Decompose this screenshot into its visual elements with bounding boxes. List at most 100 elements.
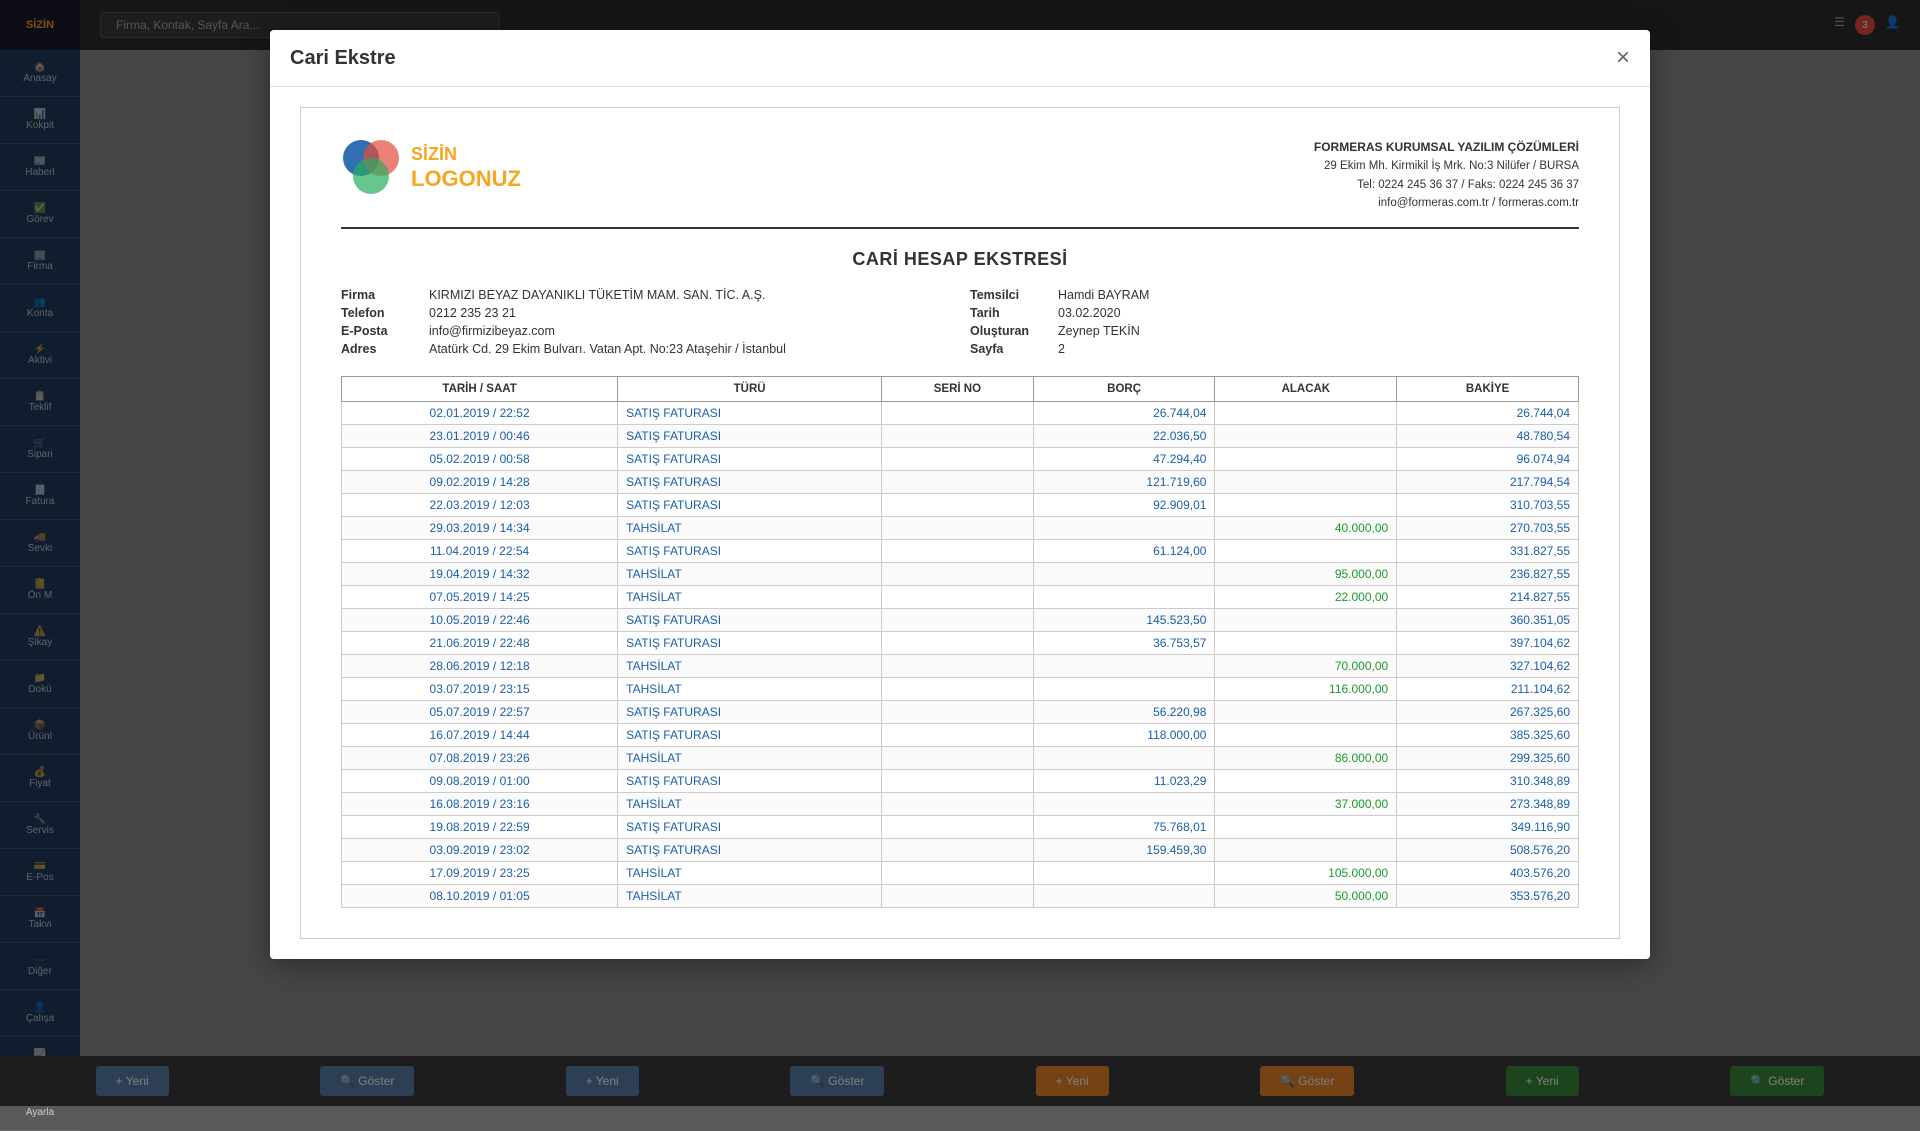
td-bakiye: 273.348,89	[1397, 793, 1579, 816]
td-date: 07.05.2019 / 14:25	[342, 586, 618, 609]
company-address: 29 Ekim Mh. Kirmikil İş Mrk. No:3 Nilüfe…	[1314, 157, 1579, 175]
info-telefon: Telefon 0212 235 23 21	[341, 306, 950, 320]
company-name: FORMERAS KURUMSAL YAZILIM ÇÖZÜMLERİ	[1314, 138, 1579, 157]
info-temsilci: Temsilci Hamdi BAYRAM	[970, 288, 1579, 302]
td-bakiye: 217.794,54	[1397, 471, 1579, 494]
td-type: TAHSİLAT	[618, 586, 882, 609]
td-type: TAHSİLAT	[618, 793, 882, 816]
td-date: 10.05.2019 / 22:46	[342, 609, 618, 632]
td-serial	[882, 724, 1034, 747]
td-serial	[882, 678, 1034, 701]
td-alacak: 95.000,00	[1215, 563, 1397, 586]
td-alacak: 105.000,00	[1215, 862, 1397, 885]
td-alacak: 116.000,00	[1215, 678, 1397, 701]
modal-close-button[interactable]: ×	[1616, 46, 1630, 70]
info-olusturan: Oluşturan Zeynep TEKİN	[970, 324, 1579, 338]
td-serial	[882, 586, 1034, 609]
td-date: 17.09.2019 / 23:25	[342, 862, 618, 885]
table-row: 22.03.2019 / 12:03 SATIŞ FATURASI 92.909…	[342, 494, 1579, 517]
td-serial	[882, 425, 1034, 448]
tarih-label: Tarih	[970, 306, 1050, 320]
td-serial	[882, 747, 1034, 770]
table-row: 09.02.2019 / 14:28 SATIŞ FATURASI 121.71…	[342, 471, 1579, 494]
td-serial	[882, 862, 1034, 885]
td-type: SATIŞ FATURASI	[618, 770, 882, 793]
td-alacak: 40.000,00	[1215, 517, 1397, 540]
table-row: 19.08.2019 / 22:59 SATIŞ FATURASI 75.768…	[342, 816, 1579, 839]
td-date: 03.07.2019 / 23:15	[342, 678, 618, 701]
info-tarih: Tarih 03.02.2020	[970, 306, 1579, 320]
modal-overlay[interactable]: Cari Ekstre × SİZİN	[0, 0, 1920, 1106]
table-row: 05.07.2019 / 22:57 SATIŞ FATURASI 56.220…	[342, 701, 1579, 724]
td-borc	[1033, 885, 1215, 908]
table-row: 29.03.2019 / 14:34 TAHSİLAT 40.000,00 27…	[342, 517, 1579, 540]
td-date: 28.06.2019 / 12:18	[342, 655, 618, 678]
td-bakiye: 26.744,04	[1397, 402, 1579, 425]
td-type: TAHSİLAT	[618, 517, 882, 540]
td-borc	[1033, 678, 1215, 701]
td-borc	[1033, 747, 1215, 770]
td-type: SATIŞ FATURASI	[618, 471, 882, 494]
td-date: 11.04.2019 / 22:54	[342, 540, 618, 563]
td-bakiye: 331.827,55	[1397, 540, 1579, 563]
info-sayfa: Sayfa 2	[970, 342, 1579, 356]
td-bakiye: 299.325,60	[1397, 747, 1579, 770]
td-type: SATIŞ FATURASI	[618, 724, 882, 747]
table-row: 16.07.2019 / 14:44 SATIŞ FATURASI 118.00…	[342, 724, 1579, 747]
td-borc: 145.523,50	[1033, 609, 1215, 632]
td-date: 21.06.2019 / 22:48	[342, 632, 618, 655]
sayfa-label: Sayfa	[970, 342, 1050, 356]
telefon-value: 0212 235 23 21	[429, 306, 516, 320]
table-row: 05.02.2019 / 00:58 SATIŞ FATURASI 47.294…	[342, 448, 1579, 471]
td-bakiye: 397.104,62	[1397, 632, 1579, 655]
td-alacak	[1215, 425, 1397, 448]
td-date: 08.10.2019 / 01:05	[342, 885, 618, 908]
th-bakiye: BAKİYE	[1397, 377, 1579, 402]
modal-title: Cari Ekstre	[290, 47, 396, 70]
td-bakiye: 385.325,60	[1397, 724, 1579, 747]
td-bakiye: 403.576,20	[1397, 862, 1579, 885]
td-alacak	[1215, 471, 1397, 494]
table-row: 10.05.2019 / 22:46 SATIŞ FATURASI 145.52…	[342, 609, 1579, 632]
td-type: SATIŞ FATURASI	[618, 609, 882, 632]
td-alacak: 50.000,00	[1215, 885, 1397, 908]
table-row: 08.10.2019 / 01:05 TAHSİLAT 50.000,00 35…	[342, 885, 1579, 908]
info-adres: Adres Atatürk Cd. 29 Ekim Bulvarı. Vatan…	[341, 342, 950, 356]
td-date: 09.02.2019 / 14:28	[342, 471, 618, 494]
td-borc: 56.220,98	[1033, 701, 1215, 724]
td-borc: 61.124,00	[1033, 540, 1215, 563]
td-bakiye: 353.576,20	[1397, 885, 1579, 908]
td-type: SATIŞ FATURASI	[618, 425, 882, 448]
td-alacak: 70.000,00	[1215, 655, 1397, 678]
info-firma: Firma KIRMIZI BEYAZ DAYANIKLI TÜKETİM MA…	[341, 288, 950, 302]
td-type: SATIŞ FATURASI	[618, 632, 882, 655]
td-type: SATIŞ FATURASI	[618, 448, 882, 471]
td-date: 29.03.2019 / 14:34	[342, 517, 618, 540]
eposta-value: info@firmizibeyaz.com	[429, 324, 555, 338]
company-logo-svg	[341, 138, 401, 198]
company-phone: Tel: 0224 245 36 37 / Faks: 0224 245 36 …	[1314, 176, 1579, 194]
td-alacak: 37.000,00	[1215, 793, 1397, 816]
td-type: SATIŞ FATURASI	[618, 701, 882, 724]
td-serial	[882, 839, 1034, 862]
th-date: TARİH / SAAT	[342, 377, 618, 402]
td-date: 23.01.2019 / 00:46	[342, 425, 618, 448]
td-type: SATIŞ FATURASI	[618, 402, 882, 425]
th-type: TÜRÜ	[618, 377, 882, 402]
td-bakiye: 508.576,20	[1397, 839, 1579, 862]
td-borc: 26.744,04	[1033, 402, 1215, 425]
logo-sizin-text: SİZİN	[411, 144, 521, 166]
td-serial	[882, 448, 1034, 471]
transactions-table: TARİH / SAAT TÜRÜ SERİ NO BORÇ ALACAK BA…	[341, 376, 1579, 908]
td-bakiye: 236.827,55	[1397, 563, 1579, 586]
th-borc: BORÇ	[1033, 377, 1215, 402]
td-alacak	[1215, 632, 1397, 655]
td-type: TAHSİLAT	[618, 563, 882, 586]
table-row: 02.01.2019 / 22:52 SATIŞ FATURASI 26.744…	[342, 402, 1579, 425]
td-date: 16.08.2019 / 23:16	[342, 793, 618, 816]
td-serial	[882, 655, 1034, 678]
td-date: 19.08.2019 / 22:59	[342, 816, 618, 839]
table-row: 07.08.2019 / 23:26 TAHSİLAT 86.000,00 29…	[342, 747, 1579, 770]
td-serial	[882, 816, 1034, 839]
td-type: SATIŞ FATURASI	[618, 494, 882, 517]
